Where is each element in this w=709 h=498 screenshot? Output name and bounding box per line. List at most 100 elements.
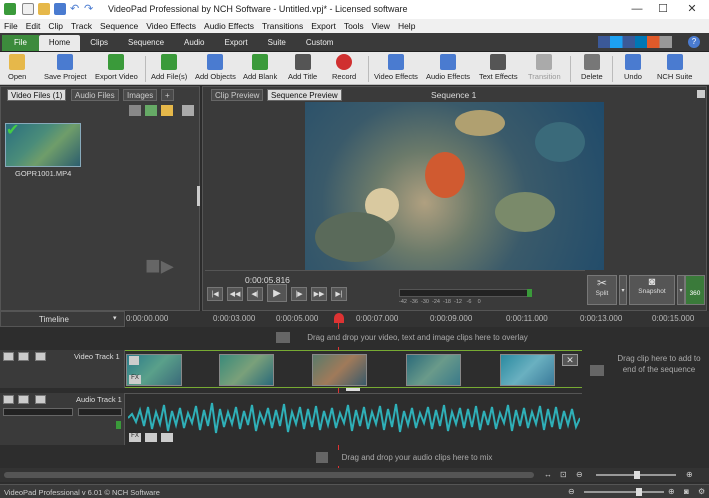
- add-title-button[interactable]: Add Title: [288, 54, 317, 81]
- status-zoom-slider[interactable]: [584, 491, 664, 493]
- redo-icon[interactable]: ↷: [84, 2, 93, 15]
- record-button[interactable]: Record: [332, 54, 356, 81]
- overlay-drop-zone[interactable]: Drag and drop your video, text and image…: [126, 329, 709, 347]
- video-clip[interactable]: [406, 354, 461, 386]
- menu-file[interactable]: File: [4, 21, 18, 31]
- video-clip[interactable]: [500, 354, 555, 386]
- save-project-button[interactable]: Save Project: [44, 54, 87, 81]
- playhead-handle[interactable]: [334, 313, 344, 323]
- menu-sequence[interactable]: Sequence: [100, 21, 138, 31]
- delete-button[interactable]: Delete: [581, 54, 603, 81]
- tab-video-files[interactable]: Video Files (1): [7, 89, 67, 101]
- export-video-button[interactable]: Export Video: [95, 54, 138, 81]
- snapshot-button[interactable]: ◙ Snapshot: [629, 275, 675, 305]
- maximize-button[interactable]: ☐: [651, 2, 675, 17]
- next-frame-button[interactable]: ▶▶: [311, 287, 327, 301]
- social-share-icons[interactable]: [598, 36, 672, 48]
- menu-audio-effects[interactable]: Audio Effects: [204, 21, 254, 31]
- add-blank-button[interactable]: Add Blank: [243, 54, 277, 81]
- zoom-out-icon[interactable]: ⊖: [568, 487, 578, 497]
- track-visibility-button[interactable]: [18, 352, 29, 361]
- previous-frame-button[interactable]: ◀◀: [227, 287, 243, 301]
- tab-sequence[interactable]: Sequence: [118, 35, 174, 51]
- new-file-icon[interactable]: [22, 3, 34, 15]
- close-button[interactable]: ✕: [680, 2, 704, 17]
- help-icon[interactable]: ?: [688, 36, 700, 48]
- menu-transitions[interactable]: Transitions: [262, 21, 303, 31]
- menu-video-effects[interactable]: Video Effects: [146, 21, 196, 31]
- menu-view[interactable]: View: [372, 21, 390, 31]
- track-collapse-button[interactable]: [3, 352, 14, 361]
- video-clip[interactable]: [312, 354, 367, 386]
- play-button[interactable]: ▶: [267, 284, 287, 302]
- step-back-button[interactable]: ◀|: [247, 287, 263, 301]
- settings-icon[interactable]: ⚙: [698, 487, 708, 497]
- tab-suite[interactable]: Suite: [258, 35, 296, 51]
- tab-audio[interactable]: Audio: [174, 35, 214, 51]
- audio-drop-zone[interactable]: Drag and drop your audio clips here to m…: [125, 450, 709, 466]
- delete-icon[interactable]: [129, 105, 141, 116]
- menu-clip[interactable]: Clip: [48, 21, 63, 31]
- undock-icon[interactable]: [697, 90, 705, 98]
- snapshot-icon[interactable]: ◙: [684, 487, 694, 497]
- open-folder-icon[interactable]: [38, 3, 50, 15]
- menu-export[interactable]: Export: [311, 21, 336, 31]
- snapshot-dropdown-arrow[interactable]: ▾: [677, 275, 685, 305]
- speaker-icon[interactable]: [145, 433, 157, 442]
- tab-home[interactable]: Home: [38, 35, 81, 51]
- go-to-end-button[interactable]: ▶|: [331, 287, 347, 301]
- track-lock-button[interactable]: [35, 352, 46, 361]
- fx-icon[interactable]: FX: [129, 375, 141, 384]
- status-zoom-thumb[interactable]: [636, 488, 642, 496]
- time-ruler[interactable]: 0:00:00.000 0:00:03.000 0:00:05.000 0:00…: [126, 311, 709, 327]
- tab-add-bin[interactable]: +: [161, 89, 174, 101]
- nch-suite-button[interactable]: NCH Suite: [657, 54, 692, 81]
- link-icon[interactable]: [161, 433, 173, 442]
- tab-export[interactable]: Export: [215, 35, 258, 51]
- panel-splitter[interactable]: [197, 186, 200, 206]
- folder-icon[interactable]: [161, 105, 173, 116]
- split-dropdown-arrow[interactable]: ▾: [619, 275, 627, 305]
- zoom-in-icon[interactable]: ⊕: [686, 470, 696, 480]
- fx-icon[interactable]: FX: [129, 433, 141, 442]
- track-collapse-button[interactable]: [3, 395, 14, 404]
- new-folder-icon[interactable]: [145, 105, 157, 116]
- transition-button[interactable]: Transition: [528, 54, 561, 81]
- clip-effect-icon[interactable]: [129, 356, 139, 365]
- add-objects-button[interactable]: Add Objects: [195, 54, 236, 81]
- 360-button[interactable]: 360: [685, 275, 705, 305]
- track-lock-button[interactable]: [35, 395, 46, 404]
- tab-audio-files[interactable]: Audio Files: [71, 89, 119, 101]
- view-options-icon[interactable]: [182, 105, 194, 116]
- tab-sequence-preview[interactable]: Sequence Preview: [267, 89, 342, 101]
- open-button[interactable]: Open: [8, 54, 26, 81]
- audio-effects-button[interactable]: Audio Effects: [426, 54, 470, 81]
- zoom-slider-thumb[interactable]: [634, 471, 640, 479]
- step-forward-button[interactable]: |▶: [291, 287, 307, 301]
- zoom-in-icon[interactable]: ⊕: [668, 487, 678, 497]
- split-button[interactable]: ✂ Split: [587, 275, 617, 305]
- undo-button[interactable]: Undo: [624, 54, 642, 81]
- go-to-start-button[interactable]: |◀: [207, 287, 223, 301]
- zoom-fit-icon[interactable]: ⊡: [560, 470, 570, 480]
- text-effects-button[interactable]: Text Effects: [479, 54, 518, 81]
- volume-slider[interactable]: [3, 408, 73, 416]
- fit-icon[interactable]: ↔: [544, 470, 554, 480]
- pan-slider[interactable]: [78, 408, 122, 416]
- menu-track[interactable]: Track: [71, 21, 92, 31]
- video-effects-button[interactable]: Video Effects: [374, 54, 418, 81]
- horizontal-scrollbar[interactable]: [4, 472, 534, 478]
- tab-custom[interactable]: Custom: [296, 35, 344, 51]
- add-files-button[interactable]: Add File(s): [151, 54, 187, 81]
- speaker-icon[interactable]: [18, 395, 29, 404]
- timeline-header[interactable]: Timeline ▾: [0, 311, 125, 327]
- clip-thumbnail[interactable]: ✔: [5, 123, 81, 167]
- video-clip[interactable]: [219, 354, 274, 386]
- menu-help[interactable]: Help: [398, 21, 415, 31]
- tab-clips[interactable]: Clips: [80, 35, 118, 51]
- transition-x-icon[interactable]: ✕: [562, 354, 578, 366]
- tab-images[interactable]: Images: [123, 89, 158, 101]
- menu-tools[interactable]: Tools: [344, 21, 364, 31]
- undo-icon[interactable]: ↶: [70, 2, 79, 15]
- menu-edit[interactable]: Edit: [26, 21, 41, 31]
